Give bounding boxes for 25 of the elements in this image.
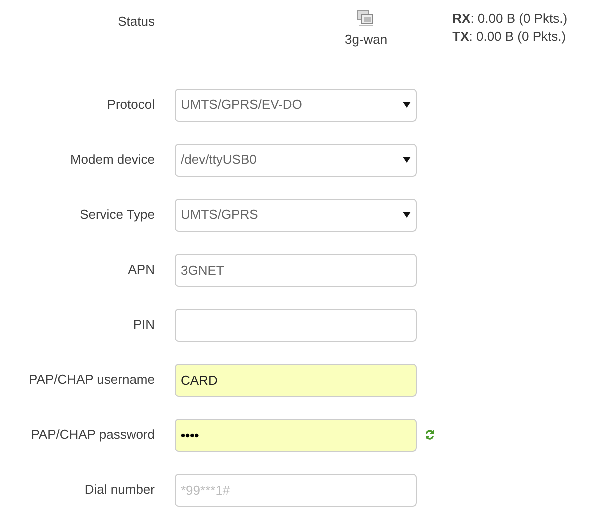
field-label: PAP/CHAP password bbox=[30, 426, 155, 444]
dropdown-arrow-icon bbox=[403, 102, 411, 108]
rx-stats: RX: 0.00 B (0 Pkts.) bbox=[452, 10, 568, 28]
network-interface-icon bbox=[357, 10, 376, 27]
field-label: PAP/CHAP username bbox=[28, 371, 155, 390]
field-label: Protocol bbox=[106, 96, 155, 114]
status-label: Status bbox=[117, 13, 155, 31]
dropdown-arrow-icon bbox=[403, 157, 411, 163]
dropdown-field[interactable]: UMTS/GPRS/EV-DO bbox=[175, 88, 417, 122]
password-field[interactable]: •••• bbox=[175, 418, 417, 452]
field-label: Modem device bbox=[69, 151, 155, 170]
field-label: Service Type bbox=[79, 206, 155, 224]
field-label: Dial number bbox=[84, 481, 155, 500]
input-field[interactable]: *99***1# bbox=[175, 474, 417, 506]
input-field[interactable] bbox=[175, 308, 417, 342]
refresh-icon[interactable] bbox=[424, 428, 436, 442]
interface-name: 3g-wan bbox=[345, 31, 388, 49]
dropdown-field[interactable]: /dev/ttyUSB0 bbox=[175, 144, 417, 176]
dropdown-arrow-icon bbox=[403, 212, 411, 218]
field-label: PIN bbox=[132, 316, 155, 334]
input-field[interactable]: 3GNET bbox=[175, 254, 417, 286]
tx-stats: TX: 0.00 B (0 Pkts.) bbox=[452, 28, 568, 46]
field-label: APN bbox=[127, 261, 155, 280]
dropdown-field[interactable]: UMTS/GPRS bbox=[175, 198, 417, 232]
input-field[interactable]: CARD bbox=[175, 364, 417, 396]
